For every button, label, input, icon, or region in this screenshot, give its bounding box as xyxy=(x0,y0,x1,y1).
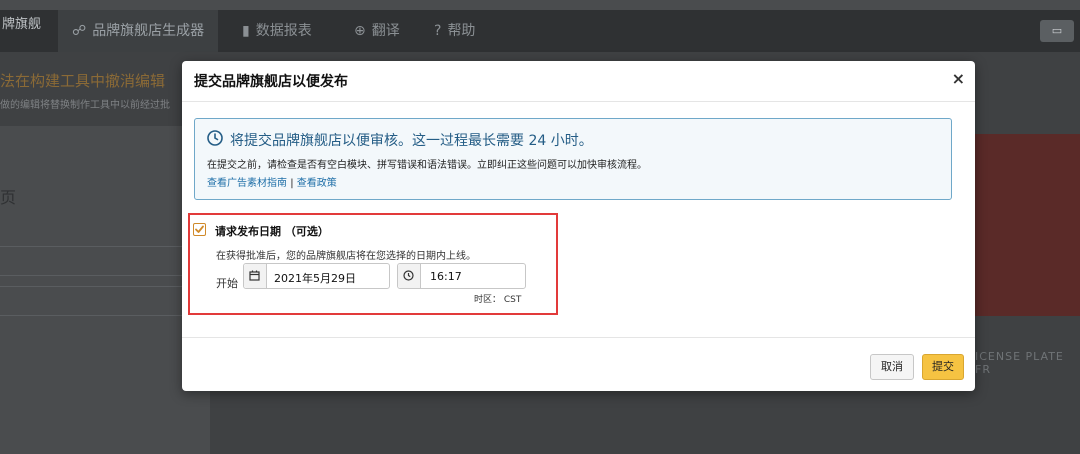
nav-tab-translate[interactable]: ⊕ 翻译 xyxy=(354,10,400,52)
link-separator: | xyxy=(290,178,294,189)
cancel-button[interactable]: 取消 xyxy=(870,354,914,380)
section-label: 页 xyxy=(0,188,17,207)
warning-title: 法在构建工具中撤消编辑 xyxy=(0,72,166,90)
nav-tab-help[interactable]: ? 帮助 xyxy=(434,10,475,52)
clock-icon xyxy=(207,130,223,146)
banner-image xyxy=(975,134,1080,316)
globe-icon: ⊕ xyxy=(354,23,366,39)
dialog-header: 提交品牌旗舰店以便发布 × xyxy=(182,61,975,102)
top-strip xyxy=(0,0,1080,10)
time-addon xyxy=(398,264,421,288)
timezone-label: 时区： CST xyxy=(474,295,522,305)
info-links: 查看广告素材指南 | 查看政策 xyxy=(207,174,337,189)
monitor-icon: ▭ xyxy=(1051,24,1063,37)
guidelines-link[interactable]: 查看广告素材指南 xyxy=(207,178,287,189)
time-picker[interactable]: 16:17 xyxy=(397,263,526,289)
info-headline: 将提交品牌旗舰店以便审核。这一过程最长需要 24 小时。 xyxy=(230,133,593,149)
preview-device-button[interactable]: ▭ xyxy=(1040,20,1074,42)
bar-chart-icon: ▮ xyxy=(242,23,250,39)
left-panel: 页 xyxy=(0,126,210,454)
date-addon xyxy=(244,264,267,288)
warning-subtitle: 做的编辑将替换制作工具中以前经过批 xyxy=(0,100,170,111)
nav-tab-store-builder[interactable]: ☍ 品牌旗舰店生成器 xyxy=(58,10,219,52)
request-date-checkbox[interactable] xyxy=(193,223,206,236)
sitemap-icon: ☍ xyxy=(72,23,87,39)
banner-text: ICENSE PLATE FR xyxy=(975,350,1064,376)
check-icon xyxy=(195,225,204,233)
clock-icon xyxy=(403,270,414,281)
help-icon: ? xyxy=(434,23,442,39)
start-label: 开始 xyxy=(216,277,238,290)
calendar-icon xyxy=(249,270,260,281)
submit-dialog: 提交品牌旗舰店以便发布 × 将提交品牌旗舰店以便审核。这一过程最长需要 24 小… xyxy=(182,61,975,391)
left-field xyxy=(0,246,208,276)
dialog-footer: 取消 提交 xyxy=(182,337,975,392)
close-icon[interactable]: × xyxy=(952,69,965,88)
info-alert: 将提交品牌旗舰店以便审核。这一过程最长需要 24 小时。 在提交之前，请检查是否… xyxy=(194,118,952,200)
brand-label: 牌旗舰 xyxy=(2,17,42,32)
info-body: 在提交之前，请检查是否有空白模块、拼写错误和语法错误。立即纠正这些问题可以加快审… xyxy=(207,160,647,171)
left-field xyxy=(0,286,208,316)
submit-button[interactable]: 提交 xyxy=(922,354,964,380)
policy-link[interactable]: 查看政策 xyxy=(297,178,337,189)
date-picker[interactable]: 2021年5月29日 xyxy=(243,263,390,289)
request-date-label[interactable]: 请求发布日期 （可选） xyxy=(215,223,329,239)
time-value: 16:17 xyxy=(430,270,462,283)
top-nav: 牌旗舰 ☍ 品牌旗舰店生成器 ▮ 数据报表 ⊕ 翻译 ? 帮助 ▭ xyxy=(0,10,1080,52)
request-description: 在获得批准后，您的品牌旗舰店将在您选择的日期内上线。 xyxy=(216,251,476,262)
nav-tab-reports[interactable]: ▮ 数据报表 xyxy=(242,10,312,52)
dialog-title: 提交品牌旗舰店以便发布 xyxy=(194,74,348,90)
date-value: 2021年5月29日 xyxy=(274,272,356,285)
